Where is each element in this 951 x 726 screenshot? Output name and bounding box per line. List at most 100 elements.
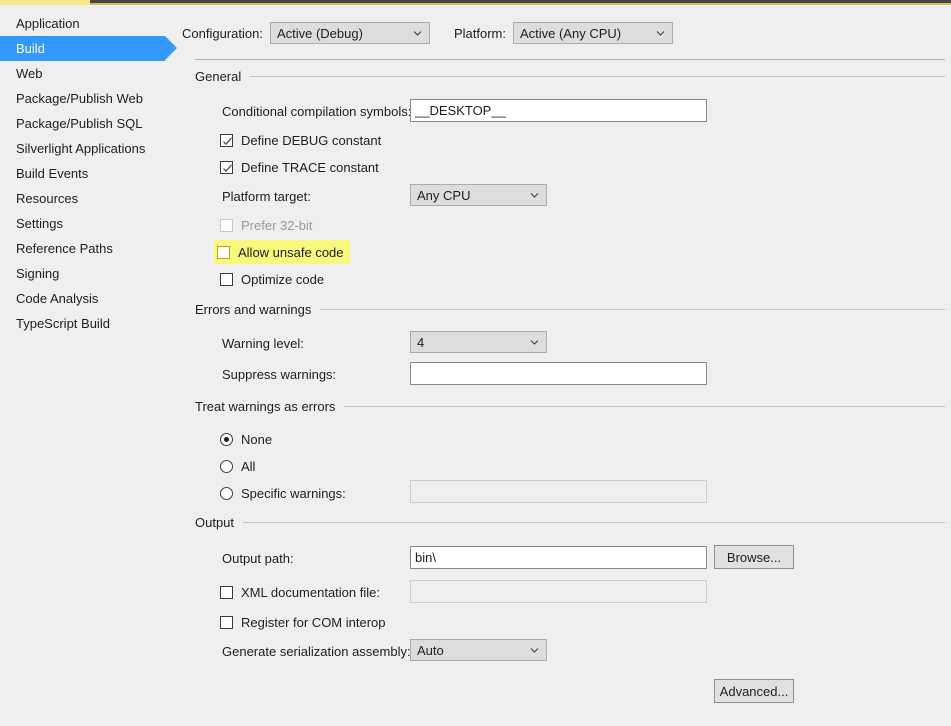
group-title: Output <box>195 515 235 530</box>
output-path-input[interactable]: bin\ <box>410 546 707 569</box>
browse-button-label: Browse... <box>726 549 782 565</box>
chevron-down-icon <box>530 646 539 655</box>
sidebar-item-build-events[interactable]: Build Events <box>0 161 182 186</box>
register-com-interop-checkbox-row[interactable]: Register for COM interop <box>220 612 386 632</box>
group-header-output: Output <box>195 515 945 530</box>
sidebar-item-code-analysis[interactable]: Code Analysis <box>0 286 182 311</box>
treat-warnings-specific-label: Specific warnings: <box>241 485 346 501</box>
toolbar-separator <box>195 59 945 60</box>
advanced-button-label: Advanced... <box>719 683 789 699</box>
advanced-button[interactable]: Advanced... <box>714 679 794 703</box>
prefer-32bit-checkbox-row: Prefer 32-bit <box>220 215 313 235</box>
checkbox-checked-icon <box>220 133 233 147</box>
sidebar-item-label: Settings <box>16 216 63 231</box>
configuration-toolbar: Configuration: Active (Debug) Platform: … <box>182 19 951 47</box>
group-title: General <box>195 69 242 84</box>
configuration-dropdown-value: Active (Debug) <box>276 25 363 41</box>
sidebar-item-label: Silverlight Applications <box>16 141 146 156</box>
checkbox-unchecked-icon <box>220 272 233 286</box>
checkbox-checked-icon <box>220 160 233 174</box>
allow-unsafe-checkbox-row[interactable]: Allow unsafe code <box>217 242 344 262</box>
sidebar-item-build[interactable]: Build <box>0 36 177 61</box>
radio-selected-icon <box>220 432 233 446</box>
optimize-code-checkbox-row[interactable]: Optimize code <box>220 269 324 289</box>
configuration-dropdown[interactable]: Active (Debug) <box>269 22 430 44</box>
platform-target-value: Any CPU <box>417 187 471 203</box>
sidebar-item-reference-paths[interactable]: Reference Paths <box>0 236 182 261</box>
sidebar-item-resources[interactable]: Resources <box>0 186 182 211</box>
sidebar-item-label: Reference Paths <box>16 241 113 256</box>
radio-unselected-icon <box>220 486 233 500</box>
checkbox-unchecked-icon <box>220 615 233 629</box>
warning-level-value: 4 <box>417 334 425 350</box>
prefer-32bit-label: Prefer 32-bit <box>241 217 313 233</box>
group-rule <box>320 309 945 310</box>
treat-warnings-all-label: All <box>241 458 256 474</box>
group-header-treat-warnings-as-errors: Treat warnings as errors <box>195 399 945 414</box>
define-debug-checkbox-row[interactable]: Define DEBUG constant <box>220 130 381 150</box>
sidebar-item-label: Web <box>16 66 43 81</box>
selection-arrow-icon <box>165 36 177 60</box>
group-title: Treat warnings as errors <box>195 399 336 414</box>
conditional-symbols-value: __DESKTOP__ <box>415 103 506 118</box>
platform-target-dropdown[interactable]: Any CPU <box>410 184 547 206</box>
sidebar-item-web[interactable]: Web <box>0 61 182 86</box>
platform-dropdown[interactable]: Active (Any CPU) <box>512 22 673 44</box>
warning-level-dropdown[interactable]: 4 <box>410 331 547 353</box>
sidebar-item-label: Resources <box>16 191 79 206</box>
sidebar-item-silverlight-applications[interactable]: Silverlight Applications <box>0 136 182 161</box>
treat-warnings-all-radio-row[interactable]: All <box>220 456 255 476</box>
group-rule <box>250 76 945 77</box>
sidebar-item-package-publish-sql[interactable]: Package/Publish SQL <box>0 111 182 136</box>
generate-serialization-dropdown[interactable]: Auto <box>410 639 547 661</box>
treat-warnings-none-radio-row[interactable]: None <box>220 429 272 449</box>
sidebar-item-package-publish-web[interactable]: Package/Publish Web <box>0 86 182 111</box>
allow-unsafe-label: Allow unsafe code <box>238 244 344 260</box>
sidebar-item-signing[interactable]: Signing <box>0 261 182 286</box>
group-rule <box>344 406 945 407</box>
sidebar-item-label: Build Events <box>16 166 89 181</box>
define-debug-label: Define DEBUG constant <box>241 132 382 148</box>
browse-button[interactable]: Browse... <box>714 545 794 569</box>
generate-serialization-label: Generate serialization assembly: <box>222 644 411 659</box>
platform-dropdown-value: Active (Any CPU) <box>519 25 622 41</box>
sidebar-item-label: Package/Publish Web <box>16 91 143 106</box>
checkbox-unchecked-icon <box>217 245 230 259</box>
optimize-code-label: Optimize code <box>241 271 325 287</box>
sidebar-item-label: Signing <box>16 266 60 281</box>
sidebar-item-typescript-build[interactable]: TypeScript Build <box>0 311 182 336</box>
sidebar-item-label: TypeScript Build <box>16 316 110 331</box>
allow-unsafe-highlight: Allow unsafe code <box>214 240 350 264</box>
group-header-general: General <box>195 69 945 84</box>
checkbox-unchecked-icon <box>220 585 233 599</box>
sidebar-item-label: Package/Publish SQL <box>16 116 143 131</box>
sidebar-item-label: Build <box>16 41 45 56</box>
generate-serialization-value: Auto <box>417 642 444 658</box>
suppress-warnings-label: Suppress warnings: <box>222 367 337 382</box>
chevron-down-icon <box>413 29 422 38</box>
xml-documentation-label: XML documentation file: <box>241 584 380 600</box>
define-trace-label: Define TRACE constant <box>241 159 379 175</box>
treat-warnings-none-label: None <box>241 431 273 447</box>
xml-documentation-input <box>410 580 707 603</box>
register-com-interop-label: Register for COM interop <box>241 614 386 630</box>
chevron-down-icon <box>656 29 665 38</box>
suppress-warnings-input[interactable] <box>410 362 707 385</box>
xml-documentation-checkbox-row[interactable]: XML documentation file: <box>220 582 380 602</box>
sidebar-item-label: Application <box>16 16 80 31</box>
conditional-symbols-label: Conditional compilation symbols: <box>222 104 412 119</box>
define-trace-checkbox-row[interactable]: Define TRACE constant <box>220 157 379 177</box>
sidebar-item-settings[interactable]: Settings <box>0 211 182 236</box>
chevron-down-icon <box>530 191 539 200</box>
platform-target-label: Platform target: <box>222 189 311 204</box>
output-path-value: bin\ <box>415 550 436 565</box>
warning-level-label: Warning level: <box>222 336 304 351</box>
group-title: Errors and warnings <box>195 302 312 317</box>
sidebar-item-application[interactable]: Application <box>0 11 182 36</box>
group-rule <box>243 522 945 523</box>
conditional-symbols-input[interactable]: __DESKTOP__ <box>410 99 707 122</box>
chevron-down-icon <box>530 338 539 347</box>
treat-warnings-specific-radio-row[interactable]: Specific warnings: <box>220 483 346 503</box>
group-header-errors-and-warnings: Errors and warnings <box>195 302 945 317</box>
specific-warnings-input <box>410 480 707 503</box>
